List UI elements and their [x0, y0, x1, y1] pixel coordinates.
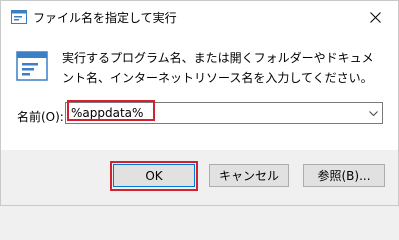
name-combobox[interactable]: %appdata% — [65, 102, 383, 124]
name-label: 名前(O): — [17, 110, 64, 124]
cancel-button[interactable]: キャンセル — [209, 164, 289, 187]
run-icon — [11, 10, 27, 24]
title-bar: ファイル名を指定して実行 — [1, 1, 398, 33]
ok-button[interactable]: OK — [113, 164, 195, 187]
dialog-content: 実行するプログラム名、または開くフォルダーやドキュメント名、インターネットリソー… — [1, 33, 398, 150]
close-icon — [369, 11, 381, 23]
run-icon — [16, 51, 48, 81]
browse-button[interactable]: 参照(B)... — [303, 164, 385, 187]
run-dialog: ファイル名を指定して実行 実行するプログラム名、または開くフォルダーやドキュメン… — [0, 0, 399, 206]
window-title: ファイル名を指定して実行 — [33, 11, 177, 25]
close-button[interactable] — [352, 1, 398, 33]
description-text: 実行するプログラム名、または開くフォルダーやドキュメント名、インターネットリソー… — [62, 51, 374, 85]
chevron-down-icon — [368, 110, 378, 116]
name-input-value[interactable]: %appdata% — [71, 106, 143, 120]
dropdown-button[interactable] — [364, 103, 382, 123]
